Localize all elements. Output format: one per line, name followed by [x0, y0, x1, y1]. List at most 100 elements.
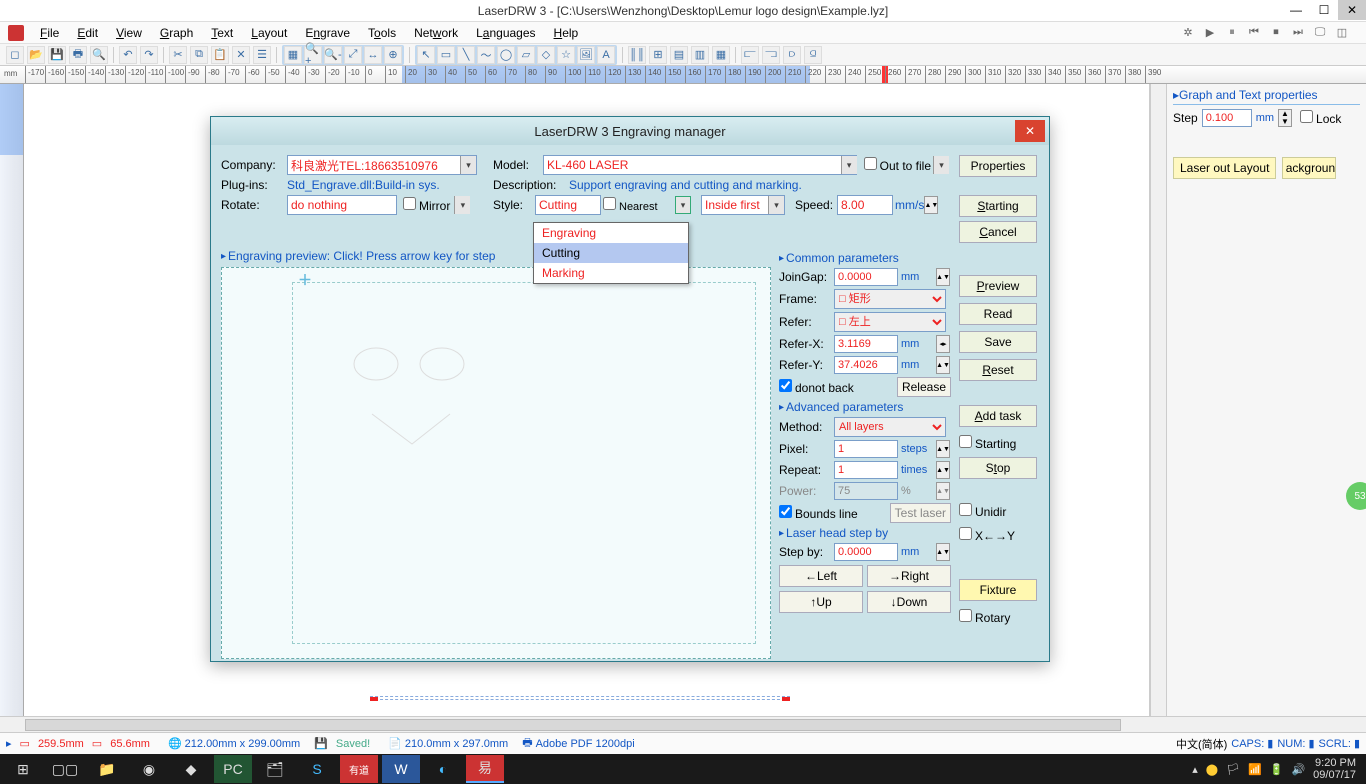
maximize-button[interactable]: ☐	[1310, 0, 1338, 20]
save-icon[interactable]: 💾	[48, 46, 66, 64]
up-button[interactable]: ↑Up	[779, 591, 863, 613]
undo-icon[interactable]: ↶	[119, 46, 137, 64]
app2-icon[interactable]: ◐	[424, 755, 462, 783]
laser-layout-button[interactable]: Laser out Layout	[1173, 157, 1276, 179]
menu-file[interactable]: File	[32, 24, 67, 42]
xy-checkbox[interactable]: X←→Y	[959, 527, 1039, 543]
zoom-ico2[interactable]: ⊕	[384, 46, 402, 64]
stop-icon[interactable]: ⏹	[1268, 25, 1284, 41]
unidir-checkbox[interactable]: Unidir	[959, 503, 1039, 519]
menu-text[interactable]: Text	[203, 24, 241, 42]
qr-icon[interactable]: ⊞	[649, 46, 667, 64]
image-icon[interactable]: 🖼	[577, 46, 595, 64]
dialog-close-button[interactable]: ✕	[1015, 120, 1045, 142]
align1-icon[interactable]: ⫍	[741, 46, 759, 64]
line-icon[interactable]: ╲	[457, 46, 475, 64]
properties-button[interactable]: Properties	[959, 155, 1037, 177]
diamond-icon[interactable]: ◇	[537, 46, 555, 64]
badge-53[interactable]: 53	[1346, 482, 1366, 510]
refery-input[interactable]	[834, 356, 898, 374]
print-icon[interactable]: 🖶	[69, 46, 87, 64]
grid3-icon[interactable]: ▥	[691, 46, 709, 64]
menu-graph[interactable]: Graph	[152, 24, 201, 42]
menu-edit[interactable]: Edit	[69, 24, 106, 42]
window-icon[interactable]: ◫	[1334, 25, 1350, 41]
dialog-titlebar[interactable]: LaserDRW 3 Engraving manager ✕	[211, 117, 1049, 145]
starting-button[interactable]: Starting	[959, 195, 1037, 217]
background-button[interactable]: ackgroun	[1282, 157, 1336, 179]
release-button[interactable]: Release	[897, 377, 951, 397]
pause-icon[interactable]: ⏸	[1224, 25, 1240, 41]
pycharm-icon[interactable]: PC	[214, 755, 252, 783]
stepby-input[interactable]	[834, 543, 898, 561]
repeat-input[interactable]	[834, 461, 898, 479]
read-button[interactable]: Read	[959, 303, 1037, 325]
menu-view[interactable]: View	[108, 24, 150, 42]
props-icon[interactable]: ☰	[253, 46, 271, 64]
menu-tools[interactable]: Tools	[360, 24, 404, 42]
sb-lang[interactable]: 中文(简体)	[1176, 736, 1227, 752]
rotary-checkbox[interactable]: Rotary	[959, 609, 1039, 625]
model-select[interactable]	[543, 155, 857, 175]
tray-flag-icon[interactable]: 🏳	[1226, 763, 1240, 776]
save-button[interactable]: Save	[959, 331, 1037, 353]
reset-button[interactable]: Reset	[959, 359, 1037, 381]
align2-icon[interactable]: ⫎	[762, 46, 780, 64]
menu-network[interactable]: Network	[406, 24, 466, 42]
spinner[interactable]: ▲▼	[936, 543, 950, 561]
paste-icon[interactable]: 📋	[211, 46, 229, 64]
right-button[interactable]: →Right	[867, 565, 951, 587]
chevron-down-icon[interactable]: ▾	[675, 196, 691, 214]
grid2-icon[interactable]: ▤	[670, 46, 688, 64]
tray-time[interactable]: 9:20 PM	[1313, 757, 1356, 769]
grid4-icon[interactable]: ▦	[712, 46, 730, 64]
poly-icon[interactable]: ▱	[517, 46, 535, 64]
pixel-input[interactable]	[834, 440, 898, 458]
step-input[interactable]	[1202, 109, 1252, 127]
chevron-down-icon[interactable]: ▾	[460, 156, 476, 174]
youdao-icon[interactable]: 有道	[340, 755, 378, 783]
cancel-button[interactable]: Cancel	[959, 221, 1037, 243]
menu-engrave[interactable]: Engrave	[297, 24, 358, 42]
spinner[interactable]: ▲▼	[936, 268, 950, 286]
mirror-checkbox[interactable]: Mirror	[403, 197, 450, 213]
next-icon[interactable]: ⏭	[1290, 25, 1306, 41]
down-button[interactable]: ↓Down	[867, 591, 951, 613]
preview-button[interactable]: Preview	[959, 275, 1037, 297]
copy-icon[interactable]: ⧉	[190, 46, 208, 64]
open-icon[interactable]: 📂	[27, 46, 45, 64]
rect-icon[interactable]: ▭	[437, 46, 455, 64]
star-icon[interactable]: ☆	[557, 46, 575, 64]
tray-date[interactable]: 09/07/17	[1313, 769, 1356, 781]
starting-checkbox[interactable]: Starting	[959, 435, 1039, 451]
refer-select[interactable]: □ 左上	[834, 312, 946, 332]
spinner[interactable]: ▲▼	[936, 461, 950, 479]
fixture-button[interactable]: Fixture	[959, 579, 1037, 601]
prev-icon[interactable]: ⏮	[1246, 25, 1262, 41]
cut-icon[interactable]: ✂	[169, 46, 187, 64]
chrome-icon[interactable]: ◉	[130, 755, 168, 783]
curve-icon[interactable]: ～	[477, 46, 495, 64]
nearest-checkbox[interactable]: Nearest	[603, 197, 675, 213]
style-select[interactable]	[535, 195, 601, 215]
zoom-out-icon[interactable]: 🔍-	[324, 46, 342, 64]
preview-canvas[interactable]: ＋	[221, 267, 771, 659]
tray-up-icon[interactable]: ▴	[1192, 763, 1198, 776]
step-spinner[interactable]: ▲▼	[1278, 109, 1292, 127]
lock-checkbox[interactable]: Lock	[1300, 110, 1341, 126]
pointer-icon[interactable]: ↖	[417, 46, 435, 64]
chevron-down-icon[interactable]: ▾	[768, 196, 784, 214]
ruler-icon[interactable]: ↔	[364, 46, 382, 64]
left-button[interactable]: ←Left	[779, 565, 863, 587]
menu-layout[interactable]: Layout	[243, 24, 295, 42]
option-engraving[interactable]: Engraving	[534, 223, 688, 243]
speed-input[interactable]	[837, 195, 893, 215]
add-task-button[interactable]: Add task	[959, 405, 1037, 427]
grid-icon[interactable]: ▦	[284, 46, 302, 64]
taskview-icon[interactable]: ▢▢	[46, 755, 84, 783]
minimize-button[interactable]: —	[1282, 0, 1310, 20]
outfile-checkbox[interactable]: Out to file	[864, 157, 931, 173]
close-button[interactable]: ✕	[1338, 0, 1366, 20]
chevron-down-icon[interactable]: ▾	[933, 156, 949, 174]
spinner[interactable]: ▲▼	[936, 356, 950, 374]
